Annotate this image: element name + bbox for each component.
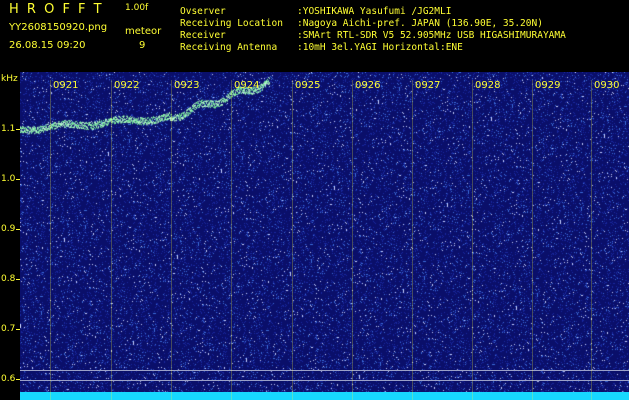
info-label-observer: Ovserver: [180, 6, 226, 17]
info-value-observer: :YOSHIKAWA Yasufumi /JG2MLI: [297, 6, 452, 17]
time-gridline: [231, 80, 232, 400]
y-tick-label: 0.8: [1, 274, 16, 284]
time-gridline: [472, 80, 473, 400]
time-label: 0923: [174, 80, 200, 91]
info-label-antenna: Receiving Antenna: [180, 42, 278, 53]
time-label: 0928: [475, 80, 501, 91]
info-value-location: :Nagoya Aichi-pref. JAPAN (136.90E, 35.2…: [297, 18, 543, 29]
time-label: 0924: [234, 80, 260, 91]
time-gridline: [111, 80, 112, 400]
app-title: H R O F F T: [9, 2, 104, 17]
time-gridline: [292, 80, 293, 400]
header: H R O F F T 1.00f YY2608150920.png meteo…: [0, 0, 629, 72]
y-axis: [0, 72, 20, 400]
datetime: 26.08.15 09:20: [9, 40, 86, 51]
y-tick-label: 0.7: [1, 324, 16, 334]
time-gridline: [591, 80, 592, 400]
time-gridline: [171, 80, 172, 400]
y-tick-label: 0.6: [1, 374, 16, 384]
time-gridline: [532, 80, 533, 400]
info-value-receiver: :SMArt RTL-SDR V5 52.905MHz USB HIGASHIM…: [297, 30, 566, 41]
time-label: 0930: [594, 80, 620, 91]
time-gridline: [50, 80, 51, 400]
meteor-count: 9: [139, 40, 146, 51]
info-label-location: Receiving Location: [180, 18, 283, 29]
time-gridline: [352, 80, 353, 400]
time-label: 0929: [535, 80, 561, 91]
y-axis-unit: kHz: [1, 74, 18, 84]
time-label: 0927: [415, 80, 441, 91]
meteor-label: meteor: [125, 26, 162, 37]
time-label: 0921: [53, 80, 79, 91]
y-tick-label: 1.1: [1, 124, 16, 134]
y-tick: [16, 329, 20, 330]
y-tick: [16, 379, 20, 380]
y-tick: [16, 279, 20, 280]
y-tick: [16, 179, 20, 180]
y-tick: [16, 129, 20, 130]
y-tick-label: 0.9: [1, 224, 16, 234]
y-tick: [16, 229, 20, 230]
y-tick-label: 1.0: [1, 174, 16, 184]
time-label: 0925: [295, 80, 321, 91]
time-label: 0926: [355, 80, 381, 91]
info-label-receiver: Receiver: [180, 30, 226, 41]
app-version: 1.00f: [125, 3, 149, 13]
filename: YY2608150920.png: [9, 22, 108, 33]
info-value-antenna: :10mH 3el.YAGI Horizontal:ENE: [297, 42, 463, 53]
time-label: 0922: [114, 80, 140, 91]
time-gridline: [412, 80, 413, 400]
